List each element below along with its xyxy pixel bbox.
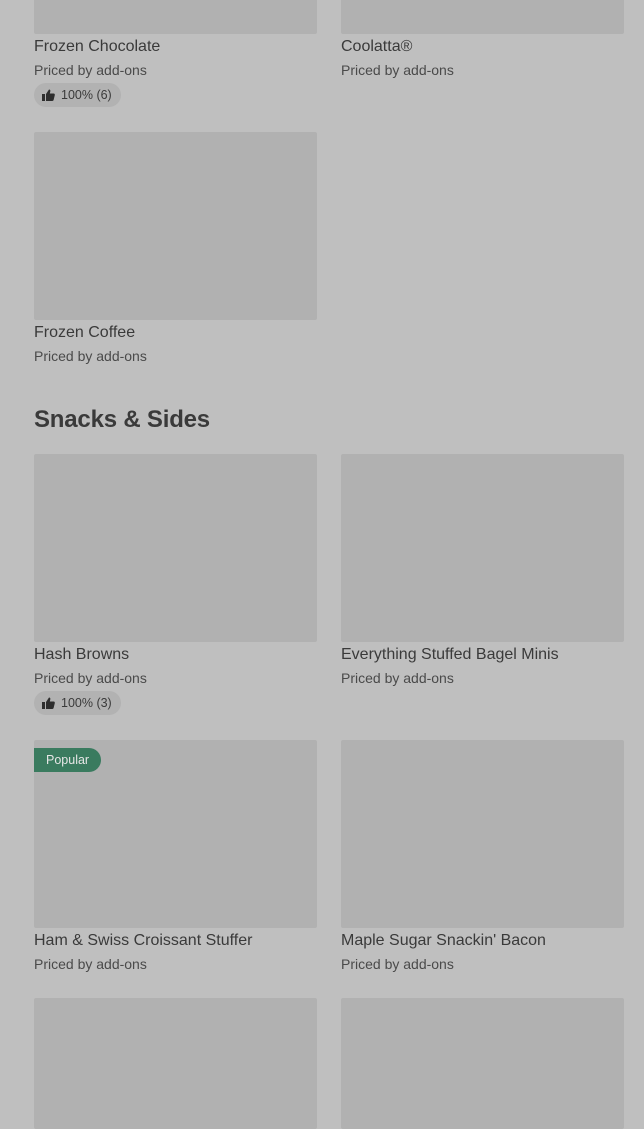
maple-bacon-title[interactable]: Maple Sugar Snackin' Bacon — [341, 931, 546, 951]
coolatta-title[interactable]: Coolatta® — [341, 37, 412, 57]
frozen-chocolate-title[interactable]: Frozen Chocolate — [34, 37, 160, 57]
coolatta-image[interactable] — [341, 0, 624, 34]
frozen-coffee-title[interactable]: Frozen Coffee — [34, 323, 135, 343]
menu-item-image[interactable] — [341, 998, 624, 1129]
menu-item-image[interactable] — [34, 998, 317, 1129]
frozen-chocolate-rating: 100% (6) — [34, 83, 121, 107]
frozen-chocolate-price: Priced by add-ons — [34, 62, 147, 78]
hash-browns-title[interactable]: Hash Browns — [34, 645, 129, 665]
maple-bacon-price: Priced by add-ons — [341, 956, 454, 972]
thumbs-up-icon — [42, 697, 55, 709]
thumbs-up-icon — [42, 89, 55, 101]
hash-browns-rating: 100% (3) — [34, 691, 121, 715]
bagel-minis-price: Priced by add-ons — [341, 670, 454, 686]
hash-browns-image[interactable] — [34, 454, 317, 642]
bagel-minis-image[interactable] — [341, 454, 624, 642]
bagel-minis-title[interactable]: Everything Stuffed Bagel Minis — [341, 645, 559, 665]
frozen-coffee-image[interactable] — [34, 132, 317, 320]
ham-swiss-title[interactable]: Ham & Swiss Croissant Stuffer — [34, 931, 252, 951]
maple-bacon-image[interactable] — [341, 740, 624, 928]
hash-browns-price: Priced by add-ons — [34, 670, 147, 686]
frozen-coffee-price: Priced by add-ons — [34, 348, 147, 364]
frozen-chocolate-image[interactable] — [34, 0, 317, 34]
hash-browns-rating-text: 100% (3) — [61, 696, 112, 710]
frozen-chocolate-rating-text: 100% (6) — [61, 88, 112, 102]
section-title-snacks-sides: Snacks & Sides — [34, 406, 210, 433]
coolatta-price: Priced by add-ons — [341, 62, 454, 78]
ham-swiss-price: Priced by add-ons — [34, 956, 147, 972]
popular-badge: Popular — [34, 748, 102, 772]
